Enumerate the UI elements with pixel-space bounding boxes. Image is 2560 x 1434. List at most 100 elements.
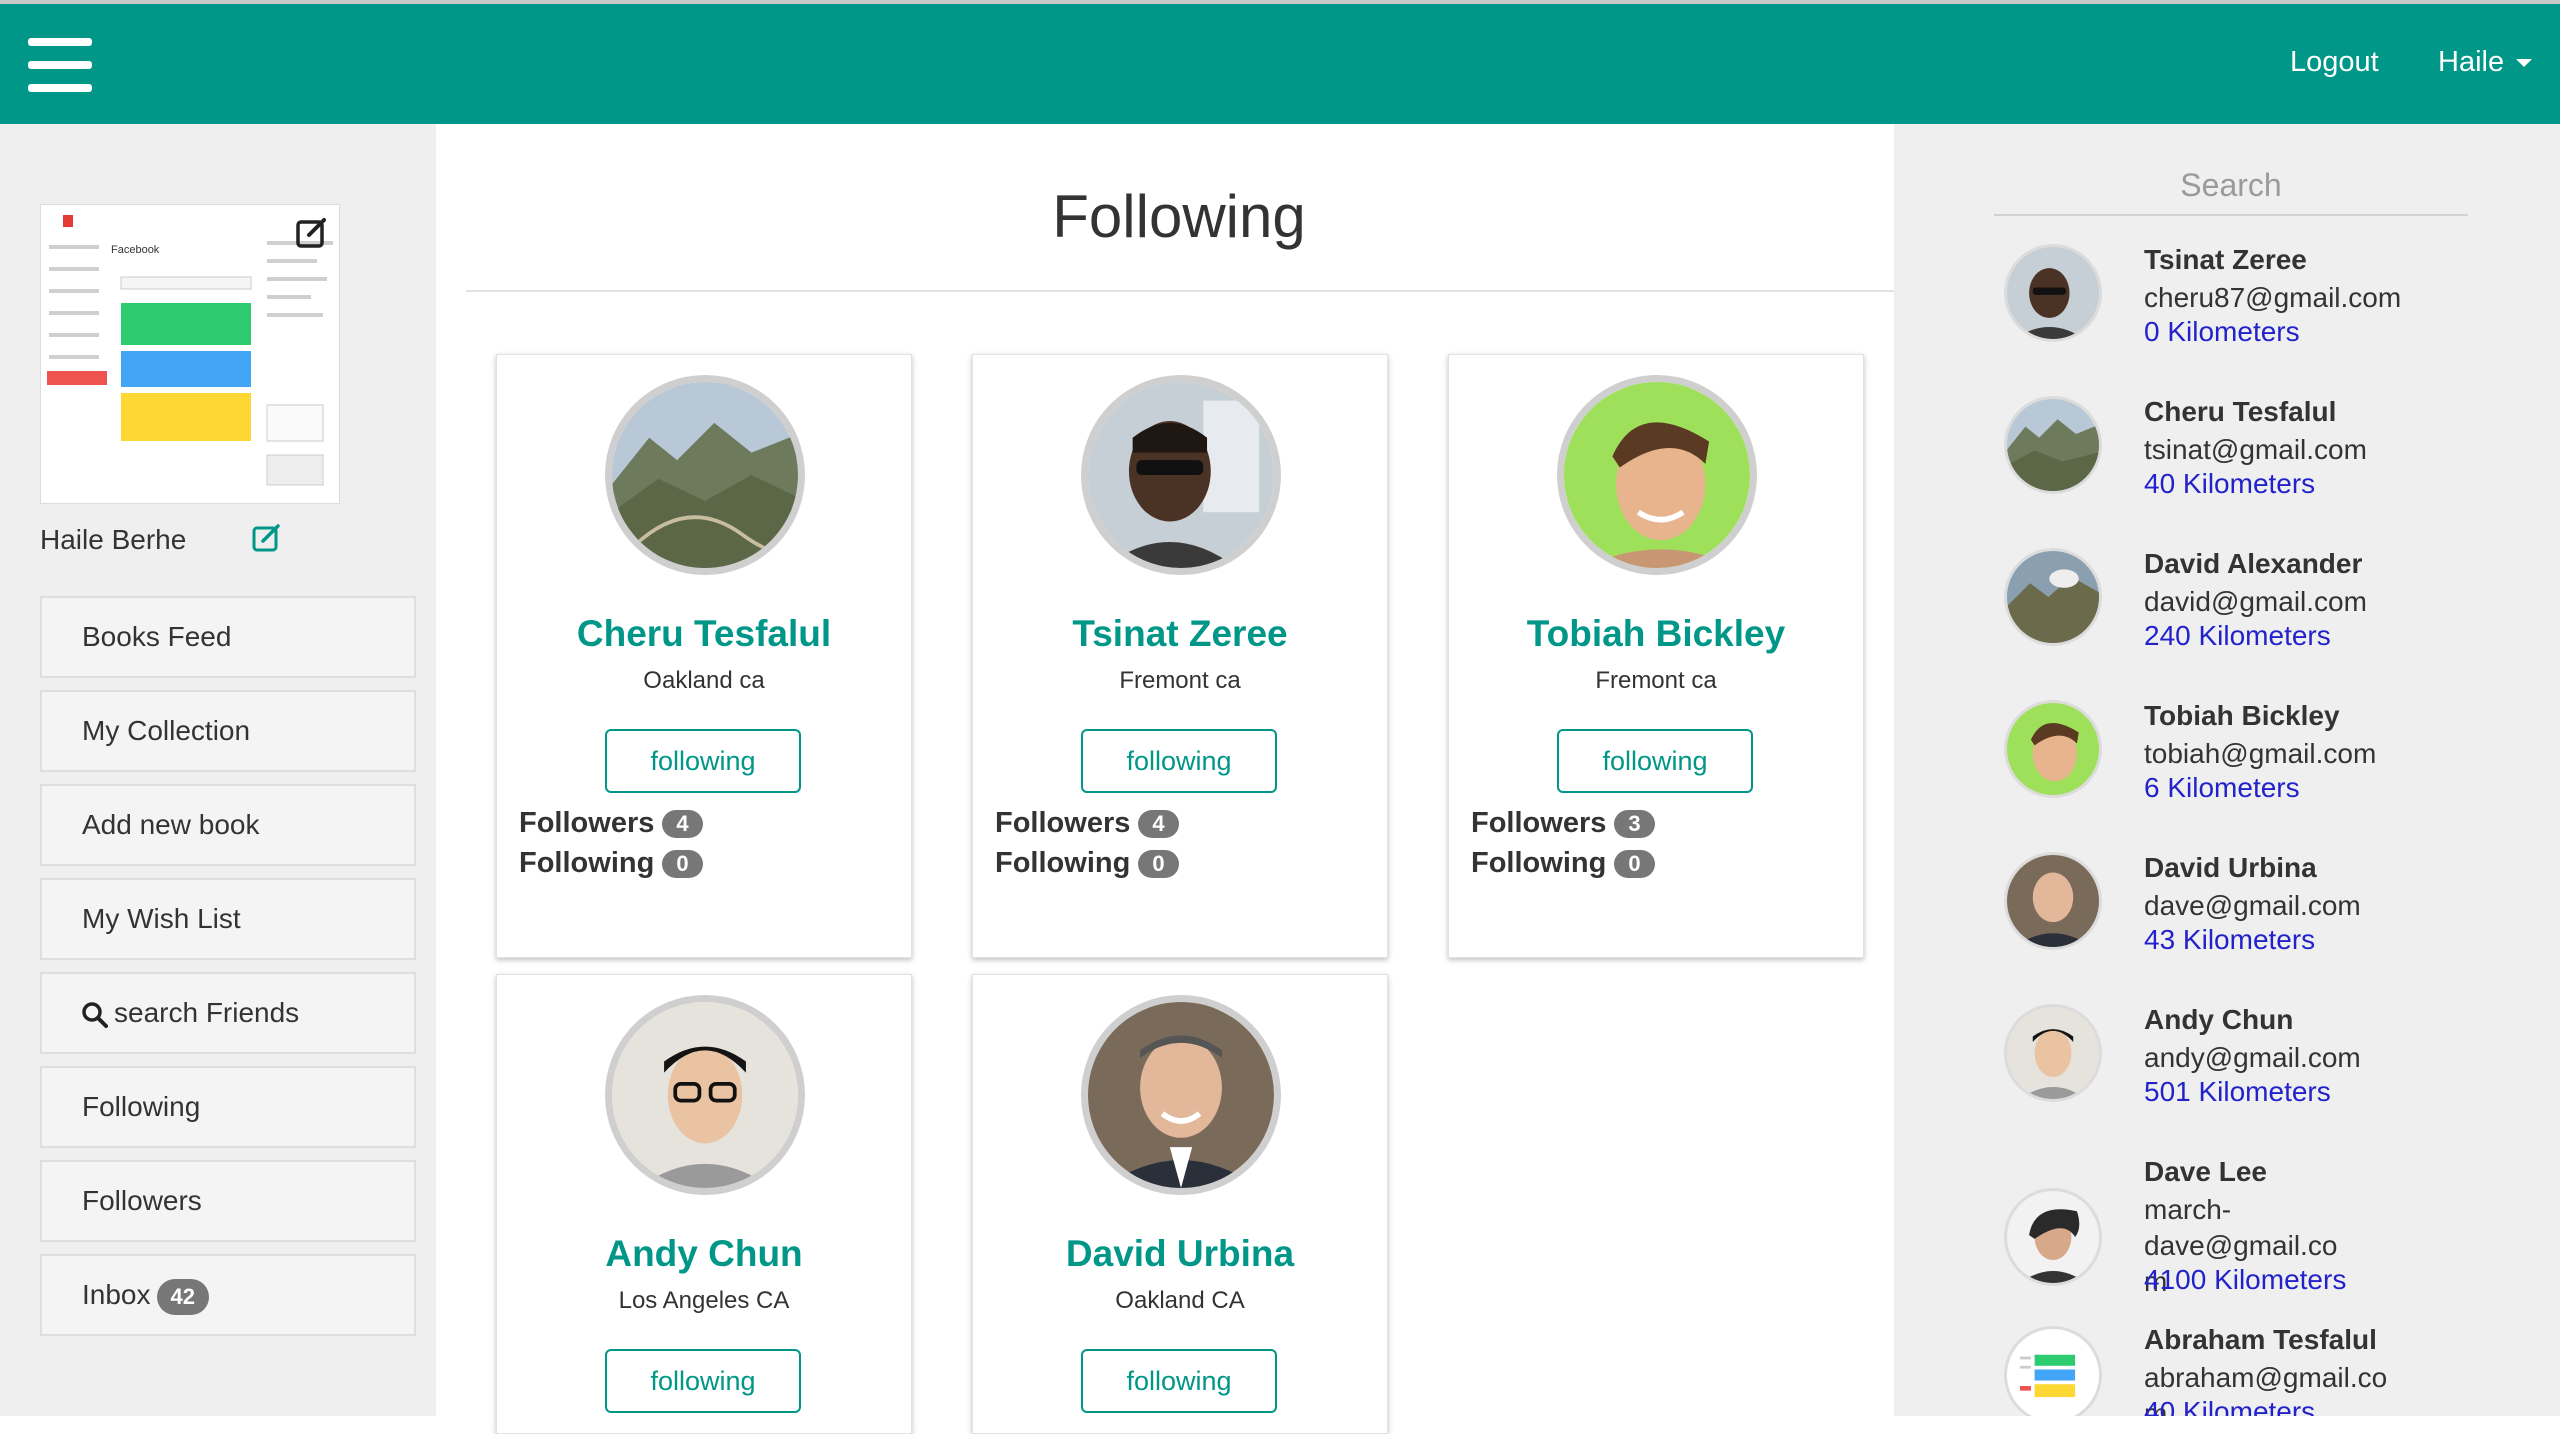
landscape-photo-icon	[2007, 551, 2099, 643]
friend-name: Tsinat Zeree	[2144, 244, 2307, 275]
friend-name: David Alexander	[2144, 548, 2363, 579]
avatar	[2004, 1188, 2102, 1286]
friend-list-item[interactable]: Dave Lee march-dave@gmail.com 4100 Kilom…	[2004, 1156, 2544, 1306]
following-stat: Following 0	[519, 847, 703, 880]
mountain-photo-icon	[2007, 399, 2099, 491]
sidebar-item-label: Followers	[82, 1185, 202, 1216]
avatar[interactable]	[605, 995, 805, 1195]
avatar	[2004, 1326, 2102, 1416]
following-count-badge: 0	[1614, 850, 1655, 879]
friend-name: Tobiah Bickley	[2144, 700, 2340, 731]
followers-count-badge: 3	[1614, 810, 1655, 839]
friend-distance-link[interactable]: 0 Kilometers	[2144, 316, 2300, 348]
friend-list-item[interactable]: Abraham Tesfalul abraham@gmail.com 40 Ki…	[2004, 1324, 2544, 1416]
user-dropdown[interactable]: Haile	[2438, 46, 2533, 79]
followers-count-badge: 4	[1138, 810, 1179, 839]
following-button[interactable]: following	[1081, 1349, 1277, 1413]
card-name[interactable]: David Urbina	[973, 1233, 1387, 1275]
followers-count-badge: 4	[662, 810, 703, 839]
profile-thumbnail-screenshot-icon: Facebook	[41, 205, 339, 503]
top-navbar: Logout Haile	[0, 4, 2560, 124]
followers-stat: Followers 3	[1471, 807, 1655, 840]
friend-list-item[interactable]: Cheru Tesfalul tsinat@gmail.com 40 Kilom…	[2004, 396, 2544, 526]
friend-name: David Urbina	[2144, 852, 2317, 883]
sidebar-item-label: search Friends	[114, 997, 300, 1028]
sidebar-item-label: Inbox	[82, 1279, 151, 1310]
left-sidebar: Facebook Haile Berhe Books Feed My Colle…	[0, 124, 436, 1416]
card-city: Fremont ca	[1119, 667, 1241, 694]
following-button[interactable]: following	[1557, 729, 1753, 793]
following-stat: Following 0	[1471, 847, 1655, 880]
card-city: Los Angeles CA	[618, 1287, 790, 1314]
sidebar-item-following[interactable]: Following	[40, 1066, 416, 1148]
friend-list-item[interactable]: David Urbina dave@gmail.com 43 Kilometer…	[2004, 852, 2544, 982]
card-name[interactable]: Tsinat Zeree	[973, 613, 1387, 655]
card-city: Oakland CA	[1115, 1287, 1245, 1314]
card-name[interactable]: Andy Chun	[497, 1233, 911, 1275]
avatar[interactable]	[1081, 995, 1281, 1195]
sidebar-item-add-new-book[interactable]: Add new book	[40, 784, 416, 866]
friend-name: Abraham Tesfalul	[2144, 1324, 2377, 1355]
edit-icon[interactable]	[295, 215, 329, 249]
following-stat: Following 0	[995, 847, 1179, 880]
sidebar-item-label: Following	[82, 1091, 201, 1122]
woman-photo-icon	[2007, 1191, 2099, 1283]
man-sunglasses-photo-icon	[1088, 382, 1274, 568]
following-button[interactable]: following	[1081, 729, 1277, 793]
friend-email: andy@gmail.com	[2144, 1042, 2361, 1073]
followers-label: Followers	[519, 807, 655, 839]
sidebar-item-label: My Collection	[82, 715, 251, 746]
man-suit-photo-icon	[1088, 1002, 1274, 1188]
sidebar-item-my-collection[interactable]: My Collection	[40, 690, 416, 772]
search-icon	[82, 1001, 108, 1028]
card-name[interactable]: Tobiah Bickley	[1449, 613, 1863, 655]
sidebar-item-my-wish-list[interactable]: My Wish List	[40, 878, 416, 960]
friend-name: Cheru Tesfalul	[2144, 396, 2337, 427]
following-button[interactable]: following	[605, 729, 801, 793]
inbox-count-badge: 42	[156, 1278, 209, 1315]
svg-text:Facebook: Facebook	[111, 244, 160, 256]
friend-distance-link[interactable]: 40 Kilometers	[2144, 1396, 2315, 1416]
following-button[interactable]: following	[605, 1349, 801, 1413]
friend-list-item[interactable]: Tsinat Zeree cheru87@gmail.com 0 Kilomet…	[2004, 244, 2544, 374]
friend-distance-link[interactable]: 40 Kilometers	[2144, 468, 2315, 500]
following-card: Tobiah Bickley Fremont ca following Foll…	[1448, 354, 1864, 958]
card-city: Oakland ca	[643, 667, 765, 694]
avatar	[2004, 548, 2102, 646]
man-sunglasses-photo-icon	[2007, 247, 2099, 339]
avatar[interactable]	[1081, 375, 1281, 575]
man-green-background-photo-icon	[1564, 382, 1750, 568]
friend-distance-link[interactable]: 4100 Kilometers	[2144, 1264, 2346, 1296]
following-card: David Urbina Oakland CA following	[972, 974, 1388, 1434]
friend-distance-link[interactable]: 6 Kilometers	[2144, 772, 2300, 804]
sidebar-item-label: My Wish List	[82, 903, 241, 934]
avatar[interactable]	[605, 375, 805, 575]
page-title: Following	[1052, 183, 1306, 250]
friend-distance-link[interactable]: 43 Kilometers	[2144, 924, 2315, 956]
logout-link[interactable]: Logout	[2290, 46, 2379, 79]
mountain-photo-icon	[612, 382, 798, 568]
friend-distance-link[interactable]: 240 Kilometers	[2144, 620, 2331, 652]
search-input[interactable]	[1994, 156, 2468, 216]
sidebar-item-books-feed[interactable]: Books Feed	[40, 596, 416, 678]
sidebar-item-search-friends[interactable]: search Friends	[40, 972, 416, 1054]
hamburger-menu-icon[interactable]	[28, 38, 92, 92]
sidebar-item-label: Add new book	[82, 809, 260, 840]
following-card: Cheru Tesfalul Oakland ca following Foll…	[496, 354, 912, 958]
friend-list-item[interactable]: Andy Chun andy@gmail.com 501 Kilometers	[2004, 1004, 2544, 1134]
card-name[interactable]: Cheru Tesfalul	[497, 613, 911, 655]
following-card: Tsinat Zeree Fremont ca following Follow…	[972, 354, 1388, 958]
title-divider	[466, 290, 1894, 292]
edit-profile-icon[interactable]	[252, 522, 282, 552]
friend-list-item[interactable]: Tobiah Bickley tobiah@gmail.com 6 Kilome…	[2004, 700, 2544, 830]
friend-distance-link[interactable]: 501 Kilometers	[2144, 1076, 2331, 1108]
following-count-badge: 0	[662, 850, 703, 879]
friend-list-item[interactable]: David Alexander david@gmail.com 240 Kilo…	[2004, 548, 2544, 678]
friend-name: Andy Chun	[2144, 1004, 2294, 1035]
card-city: Fremont ca	[1595, 667, 1717, 694]
sidebar-item-followers[interactable]: Followers	[40, 1160, 416, 1242]
avatar[interactable]	[1557, 375, 1757, 575]
sidebar-item-inbox[interactable]: Inbox 42	[40, 1254, 416, 1336]
man-green-background-photo-icon	[2007, 703, 2099, 795]
profile-thumbnail[interactable]: Facebook	[40, 204, 340, 504]
